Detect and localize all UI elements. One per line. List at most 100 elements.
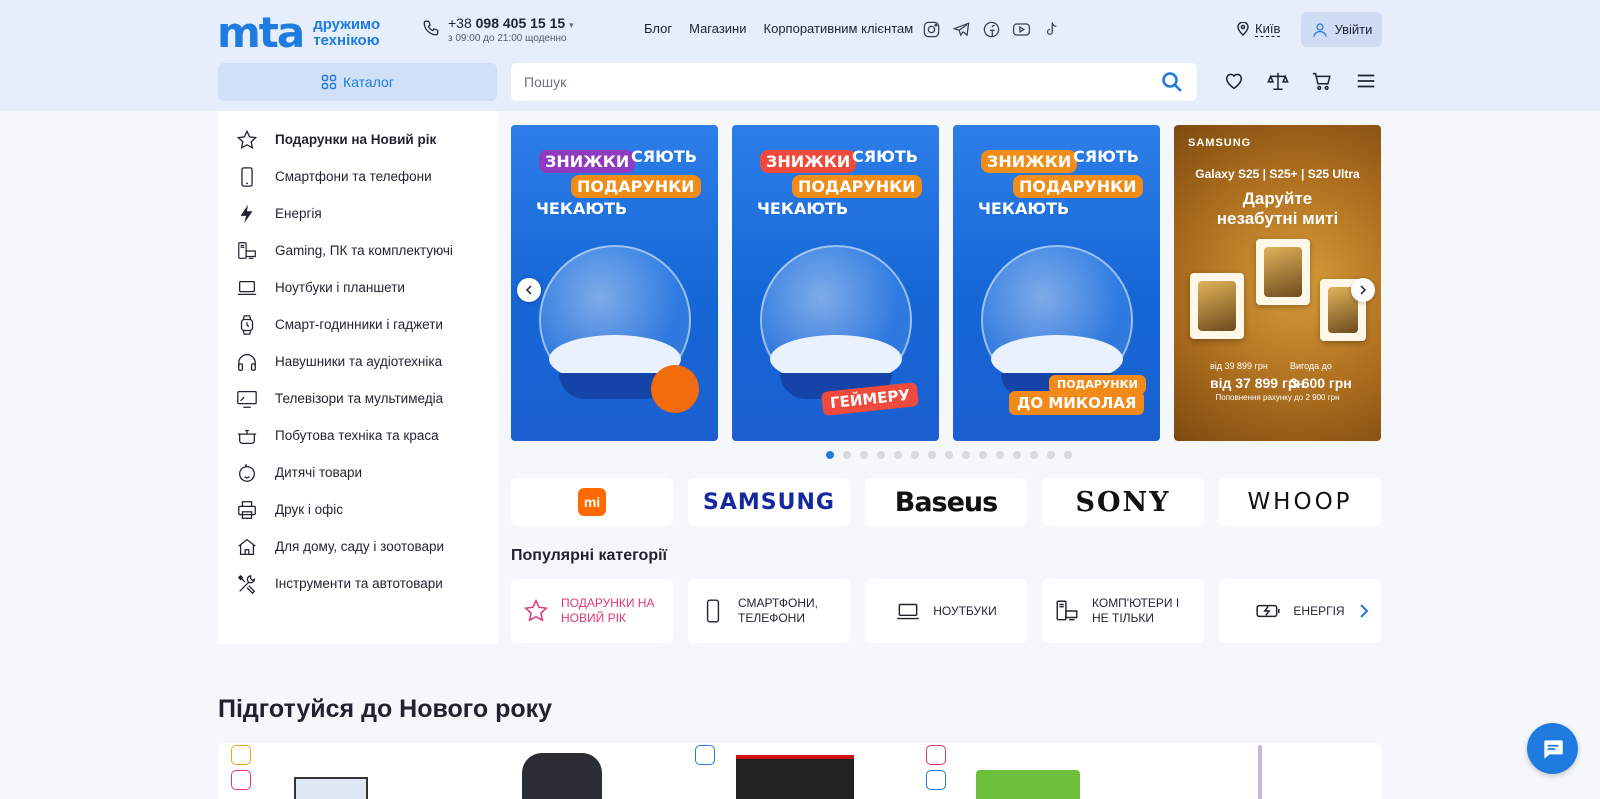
logo[interactable]: mta дружимо технікою xyxy=(217,12,393,54)
city-name[interactable]: Київ xyxy=(1255,21,1281,37)
carousel-dot[interactable] xyxy=(860,451,868,459)
brand-baseus[interactable]: Baseus xyxy=(865,478,1027,526)
popular-item-laptops[interactable]: НОУТБУКИ xyxy=(865,579,1027,643)
popular-item-computers[interactable]: КОМП'ЮТЕРИ І НЕ ТІЛЬКИ xyxy=(1042,579,1204,643)
carousel-dot[interactable] xyxy=(877,451,885,459)
product-image-lego[interactable] xyxy=(736,755,854,799)
orange-image xyxy=(651,365,699,413)
compare-icon[interactable] xyxy=(1267,70,1289,92)
popular-categories-title: Популярні категорії xyxy=(511,547,668,564)
sidebar-item-label: Навушники та аудіотехніка xyxy=(275,354,443,369)
youtube-icon[interactable] xyxy=(1012,20,1031,39)
site-header: mta дружимо технікою +38 098 405 15 15 ▾… xyxy=(0,0,1600,111)
header-actions xyxy=(1223,70,1377,92)
sidebar-item-tools[interactable]: Інструменти та автотовари xyxy=(218,565,498,602)
carousel-dot[interactable] xyxy=(1047,451,1055,459)
sidebar-item-headphones[interactable]: Навушники та аудіотехніка xyxy=(218,343,498,380)
brand-samsung[interactable]: SAMSUNG xyxy=(688,478,850,526)
nav-stores[interactable]: Магазини xyxy=(689,21,746,36)
login-label: Увійти xyxy=(1334,22,1373,37)
carousel-dot[interactable] xyxy=(979,451,987,459)
chevron-down-icon[interactable]: ▾ xyxy=(569,20,574,30)
sidebar-item-home[interactable]: Для дому, саду і зоотовари xyxy=(218,528,498,565)
sidebar-item-print[interactable]: Друк і офіс xyxy=(218,491,498,528)
carousel-dot[interactable] xyxy=(1064,451,1072,459)
banner-text: ЧЕКАЮТЬ xyxy=(757,199,849,218)
carousel-dot[interactable] xyxy=(894,451,902,459)
section-title: Підготуйся до Нового року xyxy=(218,695,553,723)
facebook-icon[interactable] xyxy=(982,20,1001,39)
carousel-dot[interactable] xyxy=(928,451,936,459)
sidebar-item-label: Дитячі товари xyxy=(275,465,363,480)
sidebar-item-gifts[interactable]: Подарунки на Новий рік xyxy=(218,121,498,158)
brand-sony[interactable]: SONY xyxy=(1042,478,1204,526)
search-icon[interactable] xyxy=(1160,70,1184,94)
sidebar-item-smartphones[interactable]: Смартфони та телефони xyxy=(218,158,498,195)
printer-icon xyxy=(238,500,256,519)
search-input[interactable] xyxy=(524,74,1160,90)
nav-corporate[interactable]: Корпоративним клієнтам xyxy=(764,21,914,36)
carousel-dot[interactable] xyxy=(945,451,953,459)
sidebar-item-energy[interactable]: Енергія xyxy=(218,195,498,232)
logo-tagline: дружимо технікою xyxy=(313,16,381,49)
carousel-dot[interactable] xyxy=(962,451,970,459)
banner-brand: SAMSUNG xyxy=(1188,137,1252,149)
promo-banner-3[interactable]: ЗНИЖКИ СЯЮТЬ ПОДАРУНКИ ЧЕКАЮТЬ ПОДАРУНКИ… xyxy=(953,125,1160,441)
phone-hours: з 09:00 до 21:00 щоденно xyxy=(448,33,567,44)
brand-whoop[interactable]: WHOOP xyxy=(1219,478,1381,526)
pot-icon xyxy=(237,429,257,444)
promo-banner-samsung[interactable]: SAMSUNG Galaxy S25 | S25+ | S25 Ultra Да… xyxy=(1174,125,1381,441)
product-image-gift[interactable] xyxy=(976,770,1080,799)
tiktok-icon[interactable] xyxy=(1042,20,1061,39)
popular-item-smartphones[interactable]: СМАРТФОНИ, ТЕЛЕФОНИ xyxy=(688,579,850,643)
carousel-dot[interactable] xyxy=(1013,451,1021,459)
laptop-icon xyxy=(897,603,920,620)
sidebar-item-label: Друк і офіс xyxy=(275,502,344,517)
sidebar-item-tv[interactable]: Телевізори та мультимедіа xyxy=(218,380,498,417)
product-image-toothbrush[interactable] xyxy=(1258,745,1262,799)
product-image-watch[interactable] xyxy=(522,753,602,799)
nav-blog[interactable]: Блог xyxy=(644,21,672,36)
popular-item-gifts[interactable]: ПОДАРУНКИ НА НОВИЙ РІК xyxy=(511,579,673,643)
telegram-icon[interactable] xyxy=(952,20,971,39)
promo-banner-1[interactable]: ЗНИЖКИ СЯЮТЬ ПОДАРУНКИ ЧЕКАЮТЬ xyxy=(511,125,718,441)
brand-xiaomi[interactable]: mi xyxy=(511,478,673,526)
carousel-dot[interactable] xyxy=(826,451,834,459)
phone-number[interactable]: +38 098 405 15 15 ▾ xyxy=(448,15,574,31)
chat-button[interactable] xyxy=(1527,723,1578,774)
carousel-dot[interactable] xyxy=(911,451,919,459)
catalog-button[interactable]: Каталог xyxy=(218,63,497,101)
brand-strip: mi SAMSUNG Baseus SONY WHOOP xyxy=(511,478,1381,526)
battery-icon xyxy=(1256,604,1280,618)
carousel-dots xyxy=(826,451,1072,459)
menu-icon[interactable] xyxy=(1355,70,1377,92)
carousel-next-button[interactable] xyxy=(1351,278,1375,302)
sidebar-item-laptops[interactable]: Ноутбуки і планшети xyxy=(218,269,498,306)
login-button[interactable]: Увійти xyxy=(1301,12,1382,47)
promo-badge-icon xyxy=(231,745,251,765)
carousel-dot[interactable] xyxy=(996,451,1004,459)
carousel-prev-button[interactable] xyxy=(517,278,541,302)
star-icon xyxy=(236,129,258,149)
phone-block[interactable]: +38 098 405 15 15 ▾ з 09:00 до 21:00 щод… xyxy=(422,15,574,44)
headphones-icon xyxy=(238,353,256,371)
baseus-logo: Baseus xyxy=(894,486,998,518)
sidebar-item-label: Для дому, саду і зоотовари xyxy=(275,539,445,554)
sidebar-item-smartwatches[interactable]: Смарт-годинники і гаджети xyxy=(218,306,498,343)
benefit-value: 3 600 грн xyxy=(1290,375,1352,391)
sidebar-item-gaming[interactable]: Gaming, ПК та комплектуючі xyxy=(218,232,498,269)
instagram-icon[interactable] xyxy=(922,20,941,39)
sidebar-item-label: Смартфони та телефони xyxy=(275,169,432,184)
city-selector[interactable]: Київ xyxy=(1237,21,1281,37)
carousel-dot[interactable] xyxy=(1030,451,1038,459)
carousel-dot[interactable] xyxy=(843,451,851,459)
sidebar-item-kids[interactable]: Дитячі товари xyxy=(218,454,498,491)
sidebar-item-appliances[interactable]: Побутова техніка та краса xyxy=(218,417,498,454)
popular-categories: ПОДАРУНКИ НА НОВИЙ РІК СМАРТФОНИ, ТЕЛЕФО… xyxy=(511,579,1381,643)
promo-banner-2[interactable]: ЗНИЖКИ СЯЮТЬ ПОДАРУНКИ ЧЕКАЮТЬ ГЕЙМЕРУ xyxy=(732,125,939,441)
heart-icon[interactable] xyxy=(1223,70,1245,92)
chevron-right-icon[interactable] xyxy=(1354,601,1374,621)
cart-icon[interactable] xyxy=(1311,70,1333,92)
product-image-laptop[interactable] xyxy=(294,777,368,799)
top-nav: Блог Магазини Корпоративним клієнтам xyxy=(644,21,913,36)
